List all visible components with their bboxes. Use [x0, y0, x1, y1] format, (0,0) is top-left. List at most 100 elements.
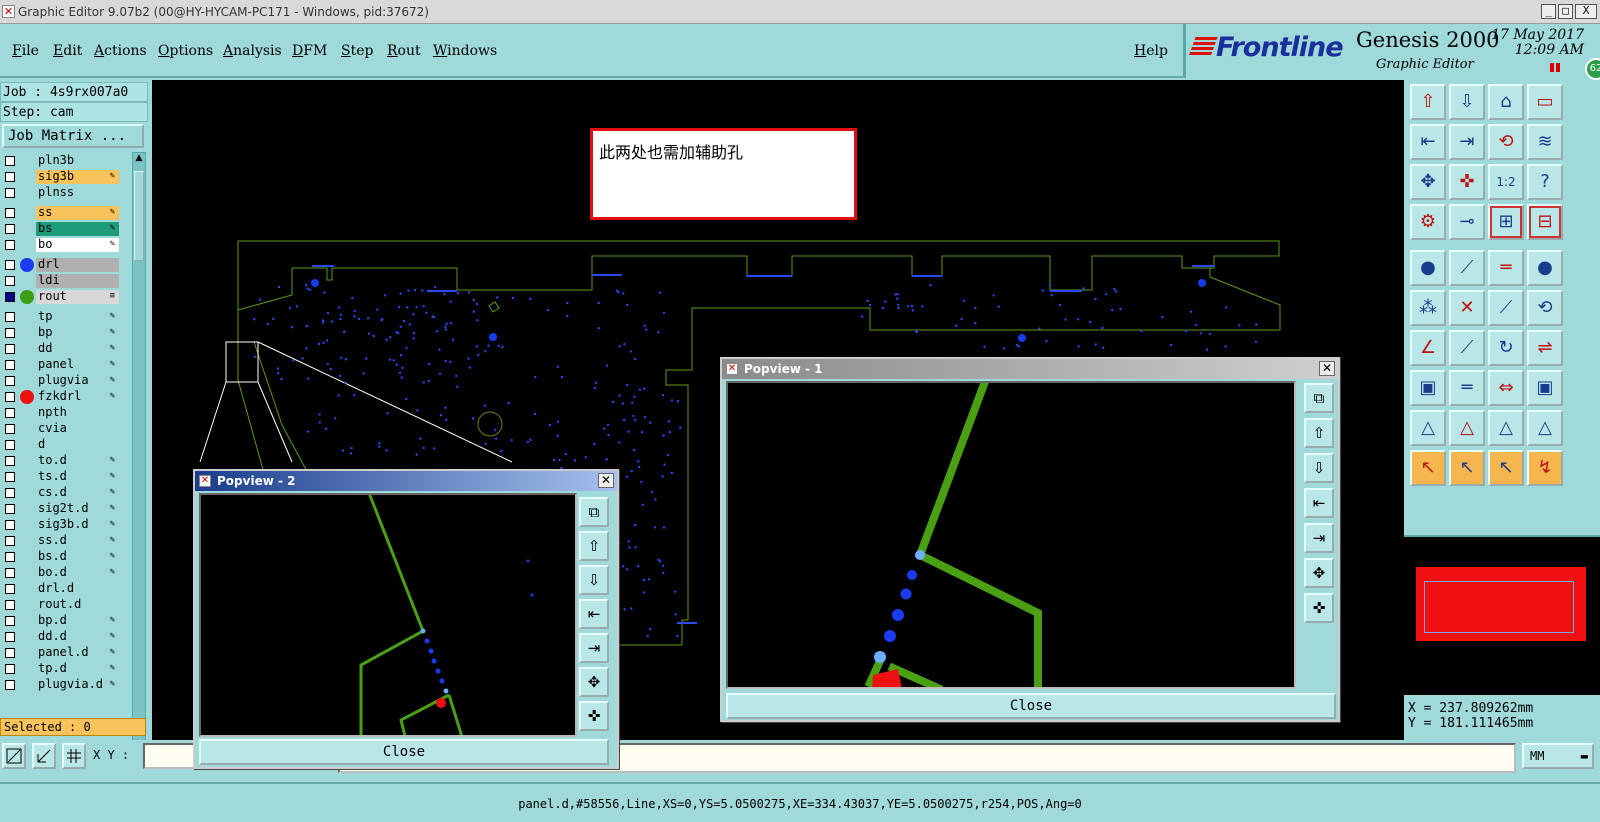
home-icon[interactable]: ⌂: [1488, 84, 1524, 120]
layer-row[interactable]: cvia: [2, 422, 122, 436]
layer-edit-icon[interactable]: ≡: [110, 290, 115, 303]
layer-row[interactable]: sig2t.d ✎: [2, 502, 122, 516]
layer-checkbox[interactable]: [5, 520, 15, 530]
popview-2-tool-7-icon[interactable]: ✜: [579, 701, 609, 731]
scrollbar-thumb[interactable]: [134, 171, 144, 261]
menu-rout[interactable]: Rout: [387, 43, 421, 59]
popview-1-tool-4-icon[interactable]: ⇤: [1304, 488, 1334, 518]
layer-row[interactable]: sig3b ✎: [2, 170, 122, 184]
triangle-cross-icon[interactable]: △: [1527, 410, 1563, 446]
zoom-in-icon[interactable]: ⇩: [1449, 84, 1485, 120]
layer-checkbox[interactable]: [5, 292, 15, 302]
zoom-home-icon[interactable]: ⇧: [1410, 84, 1446, 120]
layer-edit-icon[interactable]: ✎: [110, 534, 115, 547]
layer-edit-icon[interactable]: ✎: [110, 518, 115, 531]
layer-row[interactable]: dd ✎: [2, 342, 122, 356]
layer-checkbox[interactable]: [5, 392, 15, 402]
net-split-icon[interactable]: ⊟: [1527, 204, 1563, 240]
layer-edit-icon[interactable]: ✎: [110, 310, 115, 323]
layer-row[interactable]: panel.d ✎: [2, 646, 122, 660]
layer-name[interactable]: pln3b: [36, 154, 119, 168]
minimize-button[interactable]: _: [1541, 4, 1556, 19]
popview-2-tool-4-icon[interactable]: ⇤: [579, 599, 609, 629]
layer-edit-icon[interactable]: ✎: [110, 222, 115, 235]
layer-checkbox[interactable]: [5, 552, 15, 562]
popview-1-tool-2-icon[interactable]: ⇧: [1304, 418, 1334, 448]
layer-name[interactable]: sig3b.d ✎: [36, 518, 119, 532]
layer-edit-icon[interactable]: ✎: [110, 206, 115, 219]
layer-name[interactable]: bp ✎: [36, 326, 119, 340]
layer-row[interactable]: ss ✎: [2, 206, 122, 220]
pan-right-icon[interactable]: ⇥: [1449, 124, 1485, 160]
layer-row[interactable]: plugvia ✎: [2, 374, 122, 388]
layer-name[interactable]: bs.d ✎: [36, 550, 119, 564]
layer-row[interactable]: drl.d: [2, 582, 122, 596]
layer-checkbox[interactable]: [5, 600, 15, 610]
layer-row[interactable]: dd.d ✎: [2, 630, 122, 644]
layer-name[interactable]: npth: [36, 406, 119, 420]
layer-name[interactable]: panel ✎: [36, 358, 119, 372]
net-connect-icon[interactable]: ⊞: [1488, 204, 1524, 240]
layer-name[interactable]: cs.d ✎: [36, 486, 119, 500]
layer-edit-icon[interactable]: ✎: [110, 678, 115, 691]
rotate-icon[interactable]: ↻: [1488, 330, 1524, 366]
popview-2-tool-5-icon[interactable]: ⇥: [579, 633, 609, 663]
angle-red-icon[interactable]: ∠: [1410, 330, 1446, 366]
menu-file[interactable]: File: [12, 43, 39, 59]
line-edit-icon[interactable]: ⟋: [1488, 290, 1524, 326]
menu-edit[interactable]: Edit: [53, 43, 82, 59]
menu-analysis[interactable]: Analysis: [223, 43, 282, 59]
layer-row[interactable]: bo ✎: [2, 238, 122, 252]
layer-row[interactable]: rout.d: [2, 598, 122, 612]
popview-1-close-button[interactable]: Close: [726, 693, 1336, 719]
layer-row[interactable]: tp ✎: [2, 310, 122, 324]
layer-edit-icon[interactable]: ✎: [110, 486, 115, 499]
layer-name[interactable]: plugvia ✎: [36, 374, 119, 388]
layer-row[interactable]: drl: [2, 258, 122, 272]
layer-edit-icon[interactable]: ✎: [110, 630, 115, 643]
layer-row[interactable]: bs ✎: [2, 222, 122, 236]
layer-checkbox[interactable]: [5, 188, 15, 198]
layer-row[interactable]: bs.d ✎: [2, 550, 122, 564]
pointer-path-icon[interactable]: ↯: [1527, 450, 1563, 486]
help-icon[interactable]: ?: [1527, 164, 1563, 200]
layer-checkbox[interactable]: [5, 312, 15, 322]
overview-minimap[interactable]: [1404, 535, 1600, 695]
popview-2-viewport[interactable]: [199, 493, 577, 737]
pointer-select-icon[interactable]: ↖: [1449, 450, 1485, 486]
layer-name[interactable]: rout ≡: [36, 290, 119, 304]
layer-checkbox[interactable]: [5, 208, 15, 218]
stretch-icon[interactable]: ⇔: [1488, 370, 1524, 406]
popview-2-tool-3-icon[interactable]: ⇩: [579, 565, 609, 595]
layer-name[interactable]: tp ✎: [36, 310, 119, 324]
popview-1-tool-6-icon[interactable]: ✥: [1304, 558, 1334, 588]
zoom-fit-icon[interactable]: ▭: [1527, 84, 1563, 120]
layer-name[interactable]: ldi: [36, 274, 119, 288]
snap-icon[interactable]: [2, 743, 26, 769]
layer-name[interactable]: drl.d: [36, 582, 119, 596]
layer-edit-icon[interactable]: ✎: [110, 454, 115, 467]
popview-1-tool-7-icon[interactable]: ✜: [1304, 593, 1334, 623]
layer-checkbox[interactable]: [5, 156, 15, 166]
menu-dfm[interactable]: DFM: [292, 43, 327, 59]
layer-edit-icon[interactable]: ✎: [110, 614, 115, 627]
cross-delete-icon[interactable]: ✕: [1449, 290, 1485, 326]
line-add-icon[interactable]: ⟋: [1449, 250, 1485, 286]
move-pad-icon[interactable]: ▣: [1410, 370, 1446, 406]
layer-checkbox[interactable]: [5, 240, 15, 250]
arc-edit-icon[interactable]: ⟲: [1527, 290, 1563, 326]
layer-checkbox[interactable]: [5, 504, 15, 514]
layer-name[interactable]: rout.d: [36, 598, 119, 612]
layer-row[interactable]: d: [2, 438, 122, 452]
layer-edit-icon[interactable]: ✎: [110, 326, 115, 339]
layer-edit-icon[interactable]: ✎: [110, 342, 115, 355]
popview-1-window[interactable]: ✕ Popview - 1 ✕ ⧉ ⇧ ⇩ ⇤ ⇥ ✥ ✜ Close: [720, 357, 1340, 722]
layer-row[interactable]: to.d ✎: [2, 454, 122, 468]
popview-2-tool-2-icon[interactable]: ⇧: [579, 531, 609, 561]
menu-actions[interactable]: Actions: [94, 43, 147, 59]
layer-name[interactable]: ts.d ✎: [36, 470, 119, 484]
grid-icon[interactable]: [62, 743, 86, 769]
layer-name[interactable]: sig2t.d ✎: [36, 502, 119, 516]
layer-row[interactable]: bo.d ✎: [2, 566, 122, 580]
layer-edit-icon[interactable]: ✎: [110, 502, 115, 515]
